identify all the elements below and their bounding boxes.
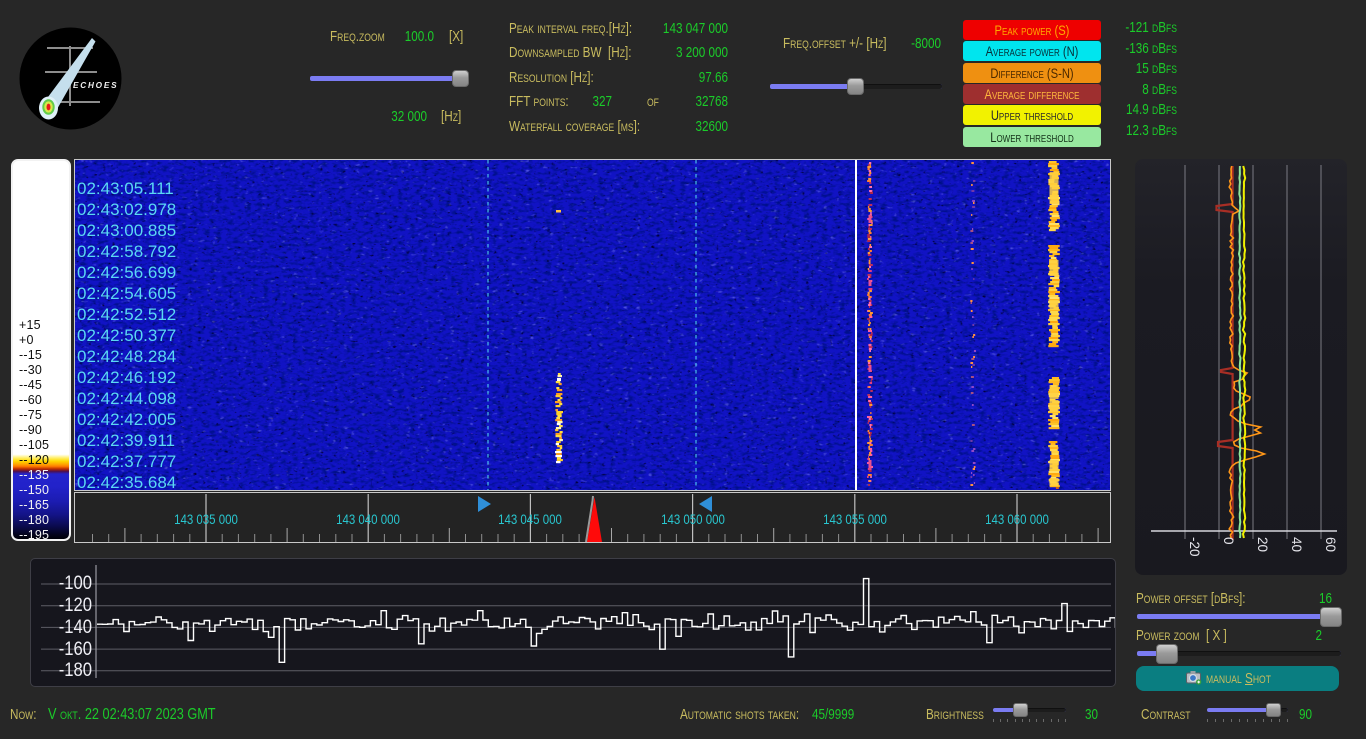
svg-text:-20: -20 bbox=[1187, 537, 1202, 557]
svg-text:20: 20 bbox=[1255, 537, 1270, 552]
svg-text:40: 40 bbox=[1289, 537, 1304, 552]
svg-text:0: 0 bbox=[1221, 537, 1236, 545]
svg-text:60: 60 bbox=[1323, 537, 1338, 552]
svg-text:ECHOES: ECHOES bbox=[73, 81, 118, 90]
